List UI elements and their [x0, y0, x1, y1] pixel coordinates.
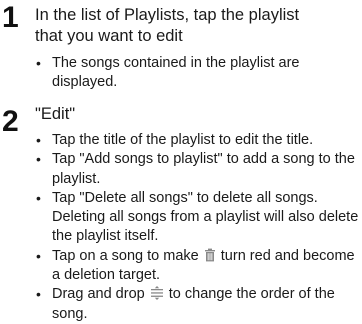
reorder-icon	[150, 286, 163, 301]
bullet-dot: •	[36, 247, 41, 264]
list-item: • Tap "Add songs to playlist" to add a s…	[0, 150, 362, 189]
bullet-text-before: Drag and drop	[52, 286, 145, 303]
bullet-dot: •	[36, 151, 41, 168]
bullet-text: The songs contained in the playlist are …	[52, 55, 300, 91]
step-1-bullet-list: • The songs contained in the playlist ar…	[0, 54, 362, 93]
step-title-line: In the list of Playlists, tap the playli…	[35, 6, 300, 24]
bullet-text: Tap "Delete all songs" to delete all son…	[52, 189, 359, 245]
list-item: • Tap the title of the playlist to edit …	[0, 131, 362, 150]
trash-icon	[204, 248, 215, 262]
step-title-line: that you want to edit	[35, 27, 183, 45]
step-title-line: "Edit"	[35, 105, 76, 123]
list-item: • The songs contained in the playlist ar…	[0, 54, 362, 93]
step-2-bullet-list: • Tap the title of the playlist to edit …	[0, 131, 362, 324]
list-item: • Drag and drop to change the order of t…	[0, 285, 362, 324]
list-item: • Tap "Delete all songs" to delete all s…	[0, 189, 362, 247]
list-item: • Tap on a song to make turn red and bec…	[0, 247, 362, 286]
bullet-dot: •	[36, 189, 41, 206]
bullet-dot: •	[36, 55, 41, 71]
bullet-text-before: Tap on a song to make	[52, 247, 199, 264]
step-number: 1	[2, 1, 19, 34]
bullet-dot: •	[36, 286, 41, 303]
bullet-dot: •	[36, 132, 41, 148]
bullet-text: Tap "Add songs to playlist" to add a son…	[52, 151, 355, 187]
bullet-text: Tap the title of the playlist to edit th…	[52, 132, 314, 148]
